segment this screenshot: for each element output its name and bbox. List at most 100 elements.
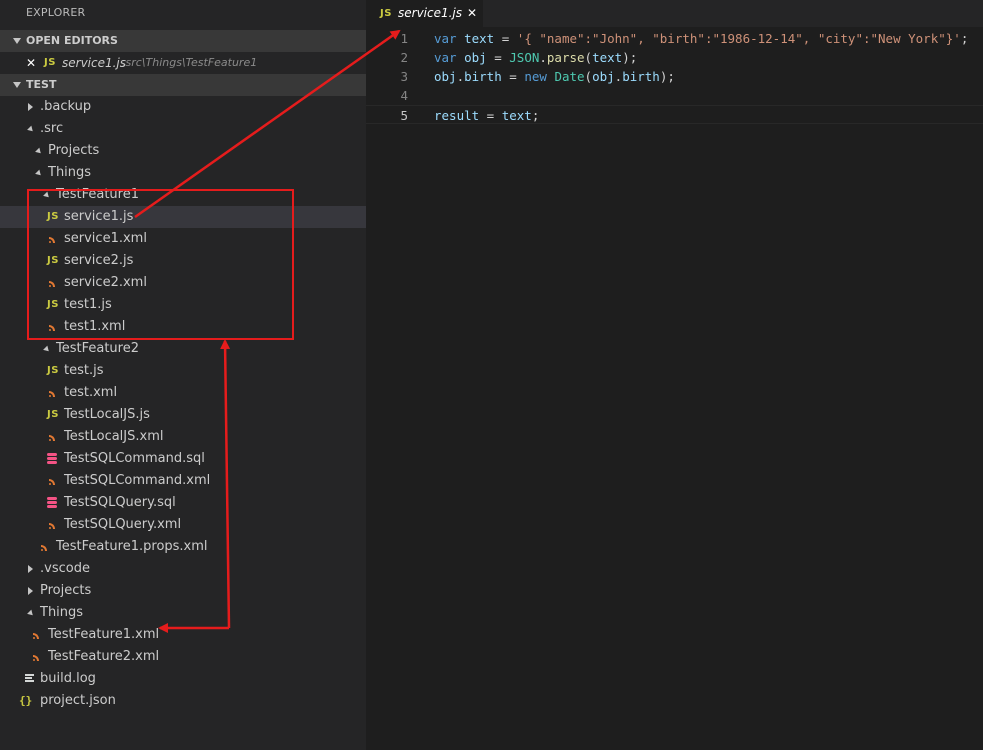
open-editor-item[interactable]: ✕ JS service1.js .src\Things\TestFeature… [0,52,366,74]
tree-file[interactable]: TestLocalJS.xml [0,426,366,448]
tree-file[interactable]: TestSQLCommand.sql [0,448,366,470]
rss-file-icon [49,522,56,529]
tree-item-label: TestSQLQuery.xml [64,517,182,532]
tab-bar: JS service1.js ✕ [366,0,983,27]
explorer-sidebar: EXPLORER OPEN EDITORS ✕ JS service1.js .… [0,0,366,750]
code-token: obj [434,69,457,84]
editor-area: JS service1.js ✕ 1 var text = '{ "name":"… [366,0,983,750]
tree-file[interactable]: build.log [0,668,366,690]
tree-item-label: Things [48,165,92,180]
code-token: new [524,69,547,84]
tree-folder[interactable]: .src [0,118,366,140]
chevron-down-icon[interactable] [43,345,51,354]
tree-file[interactable]: TestFeature2.xml [0,646,366,668]
tree-item-label: TestLocalJS.xml [64,429,164,444]
code-line[interactable]: 4 [366,86,983,105]
line-number: 2 [400,50,408,65]
line-number: 4 [400,88,408,103]
tree-item-label: Things [40,605,84,620]
project-label: TEST [26,78,57,91]
explorer-title: EXPLORER [26,6,86,19]
tree-file[interactable]: TestSQLQuery.sql [0,492,366,514]
tree-item-label: Projects [40,583,92,598]
tree-file[interactable]: TestSQLCommand.xml [0,470,366,492]
chevron-right-icon[interactable] [28,565,33,573]
tree-file[interactable]: JS test.js [0,360,366,382]
js-file-icon: JS [44,57,56,68]
chevron-right-icon[interactable] [28,587,33,595]
code-token: result [434,108,480,123]
code-token: birth [622,69,660,84]
code-editor[interactable]: 1 var text = '{ "name":"John", "birth":"1… [366,29,983,124]
tree-item-label: TestSQLCommand.sql [64,451,205,466]
chevron-down-icon [13,82,21,88]
rss-file-icon [49,390,56,397]
annotation-box [27,189,294,340]
json-file-icon: {} [19,694,33,707]
chevron-down-icon[interactable] [35,147,43,156]
tree-folder[interactable]: .vscode [0,558,366,580]
code-token: ; [531,108,540,123]
tree-folder[interactable]: Projects [0,140,366,162]
code-token: text [592,50,623,65]
js-file-icon: JS [47,365,59,376]
code-token: ); [622,50,638,65]
tree-file[interactable]: {} project.json [0,690,366,712]
tree-file[interactable]: TestFeature1.props.xml [0,536,366,558]
rss-file-icon [41,544,48,551]
open-editors-header[interactable]: OPEN EDITORS [0,30,366,52]
open-editor-path: .src\Things\TestFeature1 [122,56,258,69]
code-line[interactable]: 3 obj.birth = new Date(obj.birth); [366,67,983,86]
tree-file[interactable]: TestFeature1.xml [0,624,366,646]
tree-item-label: test.xml [64,385,118,400]
tree-item-label: TestLocalJS.js [64,407,150,422]
log-file-icon [25,674,34,684]
tree-item-label: .vscode [40,561,90,576]
project-header[interactable]: TEST [0,74,366,96]
code-token: ( [584,69,593,84]
chevron-down-icon [13,38,21,44]
code-line[interactable]: 1 var text = '{ "name":"John", "birth":"1… [366,29,983,48]
js-file-icon: JS [47,409,59,420]
open-editor-filename: service1.js [62,56,127,70]
code-line[interactable]: 2 var obj = JSON.parse(text); [366,48,983,67]
code-token: = [486,50,510,65]
database-icon [47,453,57,465]
open-editors-label: OPEN EDITORS [26,34,118,47]
tree-folder[interactable]: .backup [0,96,366,118]
code-token: obj [464,50,487,65]
tree-folder[interactable]: Things [0,602,366,624]
line-number: 3 [400,69,408,84]
tree-item-label: TestSQLCommand.xml [64,473,211,488]
rss-file-icon [33,654,40,661]
code-token: ); [659,69,675,84]
tree-file[interactable]: TestSQLQuery.xml [0,514,366,536]
tree-folder[interactable]: TestFeature2 [0,338,366,360]
tree-folder[interactable]: Projects [0,580,366,602]
tab-label: service1.js [398,6,463,20]
code-token: parse [546,50,585,65]
chevron-down-icon[interactable] [27,609,35,618]
close-icon[interactable]: ✕ [467,0,477,27]
chevron-right-icon[interactable] [28,103,33,111]
code-text: obj.birth = new Date(obj.birth); [434,67,675,86]
close-icon[interactable]: ✕ [26,52,36,74]
code-token: text [501,108,532,123]
code-token: '{ "name":"John", "birth":"1986-12-14", … [516,31,961,46]
chevron-down-icon[interactable] [27,125,35,134]
tab-service1-js[interactable]: JS service1.js ✕ [366,0,483,27]
tree-folder[interactable]: Things [0,162,366,184]
code-text: var text = '{ "name":"John", "birth":"19… [434,29,968,48]
database-icon [47,497,57,509]
code-token: ; [960,31,969,46]
code-text: result = text; [434,106,539,125]
chevron-down-icon[interactable] [35,169,43,178]
tree-item-label: project.json [40,693,116,708]
tree-file[interactable]: test.xml [0,382,366,404]
code-line[interactable]: 5 result = text; [366,105,983,124]
tree-item-label: build.log [40,671,96,686]
tree-item-label: .src [40,121,64,136]
tree-file[interactable]: JS TestLocalJS.js [0,404,366,426]
tree-item-label: Projects [48,143,100,158]
